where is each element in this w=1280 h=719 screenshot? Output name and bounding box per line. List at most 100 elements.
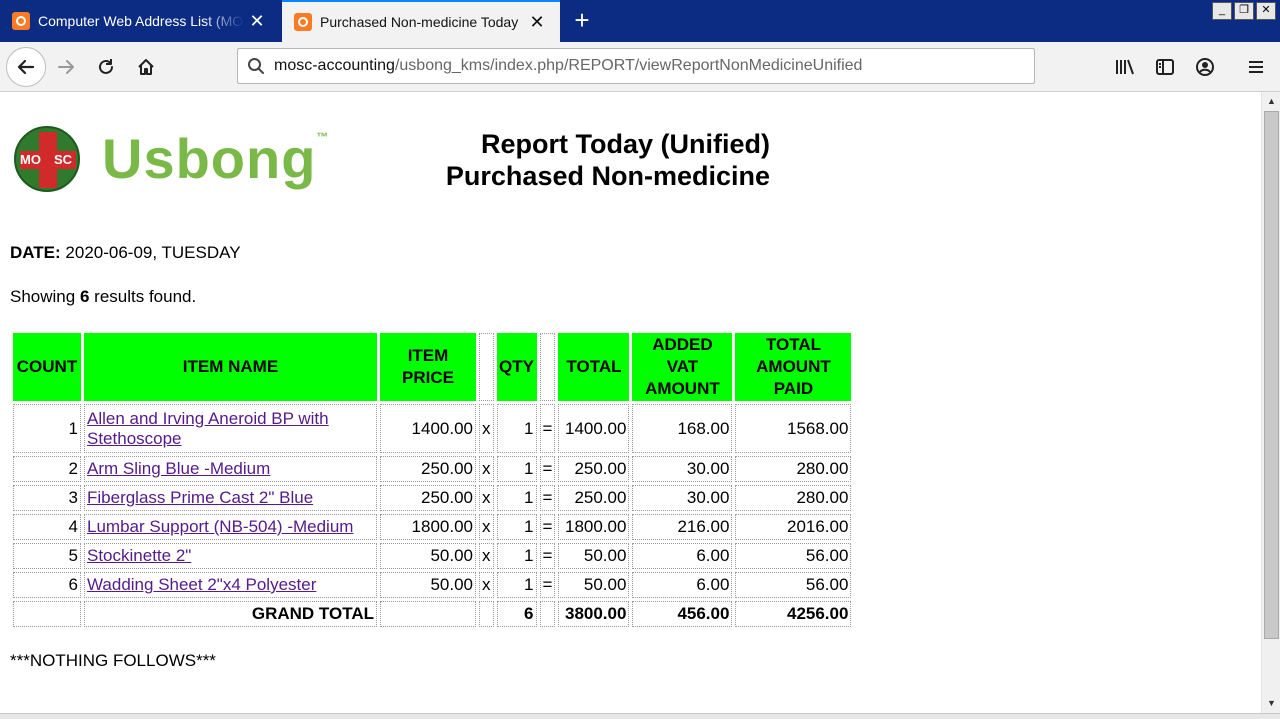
tab-purchased-non-medicine[interactable]: Purchased Non-medicine Today ✕ [282, 0, 560, 42]
scroll-up-arrow-icon[interactable]: ▲ [1264, 94, 1279, 109]
home-icon[interactable] [130, 51, 162, 83]
report-title-line1: Report Today (Unified) [481, 129, 770, 159]
xampp-favicon-icon [12, 12, 30, 30]
vertical-scrollbar[interactable]: ▲ ▼ [1261, 92, 1280, 713]
item-paid: 1568.00 [735, 404, 852, 453]
item-total: 1800.00 [558, 514, 630, 540]
equals-sign: = [539, 485, 556, 511]
times-sign: x [479, 543, 494, 569]
item-qty: 1 [496, 514, 537, 540]
item-price: 250.00 [380, 485, 476, 511]
mosc-emblem-logo: MO SC [14, 126, 80, 192]
close-tab-icon[interactable]: ✕ [524, 9, 550, 35]
item-name-cell: Arm Sling Blue -Medium [84, 456, 377, 482]
item-name-cell: Stockinette 2" [84, 543, 377, 569]
row-count: 4 [13, 514, 81, 540]
item-price: 50.00 [380, 572, 476, 598]
usbong-logo: Usbong™ [102, 127, 330, 190]
item-total: 250.00 [558, 485, 630, 511]
tab-web-address-list[interactable]: Computer Web Address List (MOSC ✕ [0, 0, 280, 42]
header-total-paid: TOTAL AMOUNT PAID [735, 333, 852, 401]
url-path: /usbong_kms/index.php/REPORT/viewReportN… [394, 57, 863, 74]
times-sign: x [479, 514, 494, 540]
page-content: MO SC Usbong™ Report Today (Unified) Pur… [0, 92, 1261, 713]
table-row: 4 Lumbar Support (NB-504) -Medium 1800.0… [13, 514, 852, 540]
reload-icon[interactable] [90, 51, 122, 83]
item-name-cell: Fiberglass Prime Cast 2" Blue [84, 485, 377, 511]
page-title: Report Today (Unified) Purchased Non-med… [380, 128, 770, 192]
close-tab-icon[interactable]: ✕ [244, 8, 270, 34]
item-price: 250.00 [380, 456, 476, 482]
item-paid: 56.00 [735, 572, 852, 598]
row-count: 3 [13, 485, 81, 511]
grand-total-paid: 4256.00 [735, 601, 852, 627]
result-count: 6 [79, 287, 90, 306]
times-sign: x [479, 485, 494, 511]
report-title-line2: Purchased Non-medicine [445, 161, 770, 191]
report-date: DATE: 2020-06-09, TUESDAY [10, 243, 241, 263]
item-vat: 216.00 [632, 514, 733, 540]
item-price: 1800.00 [380, 514, 476, 540]
url-bar[interactable]: mosc-accounting/usbong_kms/index.php/REP… [237, 48, 1035, 84]
item-link[interactable]: Lumbar Support (NB-504) -Medium [87, 517, 353, 536]
table-row: 3 Fiberglass Prime Cast 2" Blue 250.00 x… [13, 485, 852, 511]
report-table: COUNT ITEM NAME ITEM PRICE QTY TOTAL ADDE… [10, 330, 854, 630]
header-gap [539, 333, 556, 401]
empty-cell [539, 601, 556, 627]
item-qty: 1 [496, 404, 537, 453]
date-label: DATE: [10, 243, 61, 262]
nothing-follows-note: ***NOTHING FOLLOWS*** [10, 651, 216, 670]
table-row: 1 Allen and Irving Aneroid BP with Stetho… [13, 404, 852, 453]
item-total: 50.00 [558, 572, 630, 598]
restore-button[interactable]: ❐ [1234, 2, 1254, 20]
back-arrow-icon[interactable] [6, 47, 46, 87]
item-vat: 168.00 [632, 404, 733, 453]
item-name-cell: Allen and Irving Aneroid BP with Stethosc… [84, 404, 377, 453]
forward-arrow-icon[interactable] [50, 51, 82, 83]
item-vat: 6.00 [632, 543, 733, 569]
grand-total-qty: 6 [496, 601, 537, 627]
item-qty: 1 [496, 485, 537, 511]
empty-cell [479, 601, 494, 627]
item-link[interactable]: Stockinette 2" [87, 546, 191, 565]
item-link[interactable]: Fiberglass Prime Cast 2" Blue [87, 488, 313, 507]
row-count: 5 [13, 543, 81, 569]
equals-sign: = [539, 404, 556, 453]
library-icon[interactable] [1109, 51, 1141, 83]
date-value: 2020-06-09, TUESDAY [65, 243, 241, 262]
equals-sign: = [539, 456, 556, 482]
item-link[interactable]: Wadding Sheet 2"x4 Polyester [87, 575, 316, 594]
item-vat: 30.00 [632, 485, 733, 511]
table-row: 5 Stockinette 2" 50.00 x 1 = 50.00 6.00 … [13, 543, 852, 569]
account-icon[interactable] [1189, 51, 1221, 83]
header-gap [479, 333, 494, 401]
equals-sign: = [539, 543, 556, 569]
minimize-button[interactable]: _ [1212, 2, 1232, 20]
item-total: 1400.00 [558, 404, 630, 453]
item-vat: 6.00 [632, 572, 733, 598]
item-paid: 280.00 [735, 456, 852, 482]
row-count: 1 [13, 404, 81, 453]
item-name-cell: Wadding Sheet 2"x4 Polyester [84, 572, 377, 598]
item-total: 50.00 [558, 543, 630, 569]
scroll-down-arrow-icon[interactable]: ▼ [1264, 696, 1279, 711]
search-icon [238, 49, 274, 83]
grand-total-label: GRAND TOTAL [84, 601, 377, 627]
sidebar-icon[interactable] [1149, 51, 1181, 83]
menu-hamburger-icon[interactable] [1240, 51, 1272, 83]
header-item-price: ITEM PRICE [380, 333, 476, 401]
item-total: 250.00 [558, 456, 630, 482]
row-count: 6 [13, 572, 81, 598]
times-sign: x [479, 456, 494, 482]
item-paid: 56.00 [735, 543, 852, 569]
new-tab-plus-icon[interactable]: + [566, 6, 598, 36]
header-total: TOTAL [558, 333, 630, 401]
item-link[interactable]: Arm Sling Blue -Medium [87, 459, 270, 478]
item-name-cell: Lumbar Support (NB-504) -Medium [84, 514, 377, 540]
close-window-button[interactable]: ✕ [1256, 2, 1276, 20]
times-sign: x [479, 404, 494, 453]
item-link[interactable]: Allen and Irving Aneroid BP with Stethosc… [87, 409, 329, 448]
equals-sign: = [539, 572, 556, 598]
scrollbar-thumb[interactable] [1264, 111, 1279, 639]
grand-total-vat: 456.00 [632, 601, 733, 627]
